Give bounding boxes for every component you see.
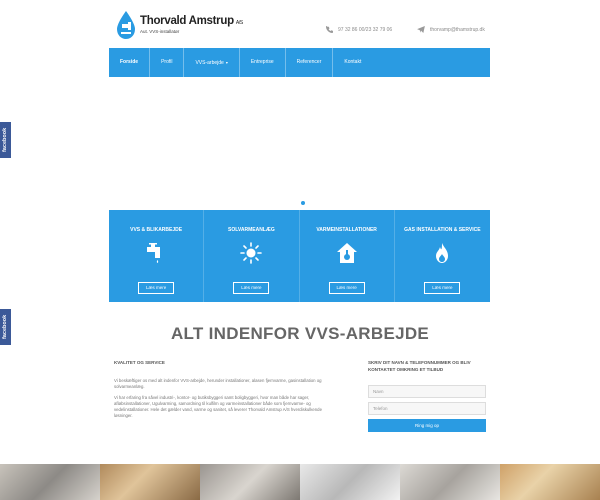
- read-more-button[interactable]: Læs mere: [424, 282, 461, 294]
- radiator-image: [0, 64, 600, 234]
- read-more-button[interactable]: Læs mere: [328, 282, 365, 294]
- service-vvs: VVS & BLIKARBEJDE Læs mere: [109, 210, 205, 302]
- nav-item-referencer[interactable]: Referencer: [286, 48, 334, 77]
- phone-field[interactable]: Telefon: [368, 402, 486, 415]
- service-title: VVS & BLIKARBEJDE: [130, 227, 183, 233]
- house-thermometer-icon: [336, 243, 357, 263]
- header: Thorvald Amstrup A/S Aut. VVS-installatør…: [0, 0, 600, 47]
- nav-item-vvs-arbejde[interactable]: VVS-arbejde ▾: [184, 48, 240, 77]
- intro-paragraph: Vi har erfaring fra såvel industri-, kon…: [114, 395, 322, 418]
- intro-text: KVALITET OG SERVICE Vi beskæftiger os me…: [114, 360, 334, 424]
- gallery-image[interactable]: [400, 464, 500, 500]
- phone-icon: [326, 26, 333, 33]
- read-more-button[interactable]: Læs mere: [233, 282, 270, 294]
- email-address: thorvamp@thamstrup.dk: [430, 26, 485, 33]
- services-panel: VVS & BLIKARBEJDE Læs mere SOLVARMEANLÆG…: [109, 210, 490, 302]
- faucet-icon: [147, 243, 161, 263]
- brand-suffix: A/S: [235, 20, 243, 26]
- gallery-image[interactable]: [300, 464, 400, 500]
- gallery-image[interactable]: [500, 464, 600, 500]
- paper-plane-icon: [417, 26, 425, 33]
- nav-item-forside[interactable]: Forside: [109, 48, 151, 77]
- call-me-button[interactable]: Ring mig op: [368, 419, 486, 432]
- brand-tagline: Aut. VVS-installatør: [140, 29, 180, 34]
- intro-paragraph: Vi beskæftiger os med alt indenfor VVS-a…: [114, 378, 322, 389]
- nav-item-entreprise[interactable]: Entreprise: [240, 48, 286, 77]
- logo[interactable]: Thorvald Amstrup A/S Aut. VVS-installatør: [114, 10, 284, 40]
- image-gallery: [0, 464, 600, 500]
- service-title: SOLVARMEANLÆG: [227, 227, 275, 233]
- section-title: ALT INDENFOR VVS-ARBEJDE: [170, 324, 430, 343]
- slider-indicator[interactable]: [301, 201, 305, 205]
- water-drop-logo-icon: [117, 11, 135, 39]
- intro-subtitle: KVALITET OG SERVICE: [114, 360, 165, 365]
- contact-email[interactable]: thorvamp@thamstrup.dk: [417, 26, 485, 33]
- nav-item-kontakt[interactable]: Kontakt: [333, 48, 372, 77]
- gallery-image[interactable]: [200, 464, 300, 500]
- gallery-image[interactable]: [0, 464, 100, 500]
- main-nav: Forside Profil VVS-arbejde ▾ Entreprise R…: [109, 48, 490, 77]
- nav-item-label: VVS-arbejde: [195, 60, 224, 66]
- chevron-down-icon: ▾: [225, 60, 228, 65]
- facebook-tab[interactable]: facebook: [0, 122, 11, 158]
- service-gas: GAS INSTALLATION & SERVICE Læs mere: [395, 210, 490, 302]
- service-varme: VARMEINSTALLATIONER Læs mere: [300, 210, 395, 302]
- service-solvarme: SOLVARMEANLÆG Læs mere: [204, 210, 300, 302]
- brand-name: Thorvald Amstrup A/S: [140, 15, 243, 27]
- phone-number: 97 32 86 00/23 32 79 06: [338, 26, 393, 33]
- sun-icon: [240, 242, 263, 264]
- service-title: GAS INSTALLATION & SERVICE: [404, 227, 481, 233]
- form-title: SKRIV DIT NAVN & TELEFONNUMMER OG BLIV K…: [368, 360, 471, 372]
- nav-item-profil[interactable]: Profil: [150, 48, 185, 77]
- gallery-image[interactable]: [100, 464, 200, 500]
- service-title: VARMEINSTALLATIONER: [316, 227, 377, 233]
- contact-phone[interactable]: 97 32 86 00/23 32 79 06: [326, 26, 392, 33]
- callback-form: SKRIV DIT NAVN & TELEFONNUMMER OG BLIV K…: [368, 360, 486, 432]
- hero-slider: [0, 64, 600, 234]
- read-more-button[interactable]: Læs mere: [138, 282, 175, 294]
- name-field[interactable]: Navn: [368, 385, 486, 398]
- flame-icon: [436, 243, 449, 263]
